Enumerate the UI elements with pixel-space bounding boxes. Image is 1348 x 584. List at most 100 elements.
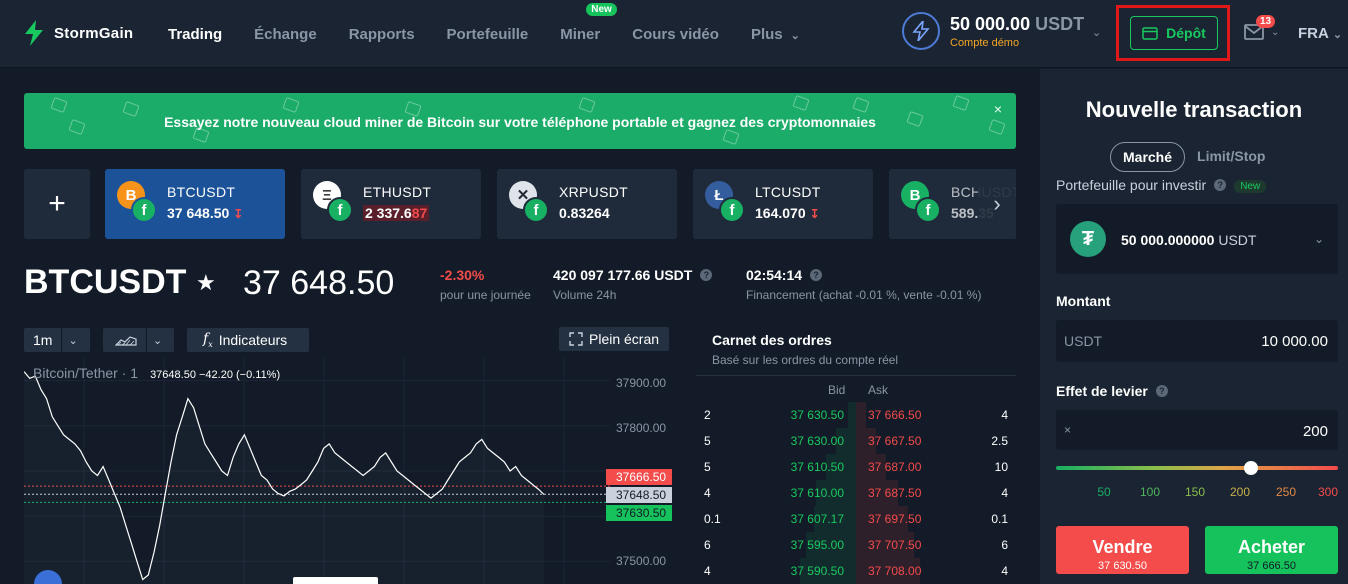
order-book-title: Carnet des ordres	[712, 332, 832, 348]
ticker-card-ethusdt[interactable]: Ξ f ETHUSDT 2 337.687	[301, 169, 481, 239]
sell-button[interactable]: Vendre 37 630.50	[1056, 526, 1189, 574]
brand-name: StormGain	[54, 24, 134, 42]
bid-depth-bar	[848, 402, 856, 428]
chevron-down-icon: ⌄	[1332, 29, 1343, 41]
amount-value: 10 000.00	[1261, 333, 1328, 350]
leverage-tick[interactable]: 250	[1271, 485, 1301, 499]
ticker-price-tail: 87	[411, 205, 428, 221]
bid-price: 37 630.50	[790, 408, 844, 422]
tether-icon: ₮	[1070, 221, 1106, 257]
account-type: Compte démo	[950, 36, 1020, 49]
ticker-card-btcusdt[interactable]: B f BTCUSDT 37 648.50 ↧	[105, 169, 285, 239]
bid-price: 37 607.17	[790, 512, 844, 526]
gem-decoration-icon	[792, 94, 810, 112]
lightning-icon	[902, 12, 940, 50]
bid-quantity: 4	[704, 564, 711, 578]
deposit-button[interactable]: Dépôt	[1130, 16, 1218, 50]
tab-limit-stop[interactable]: Limit/Stop	[1185, 142, 1277, 172]
leverage-slider[interactable]	[1056, 466, 1338, 470]
buy-label: Acheter	[1237, 537, 1306, 557]
ask-price-tag: 37666.50	[606, 469, 672, 485]
sell-price: 37 630.50	[1098, 560, 1147, 572]
close-icon[interactable]: ×	[994, 101, 1002, 117]
nav-portfolio-label: Portefeuille	[446, 25, 529, 43]
volume-stat: 420 097 177.66 USDT? Volume 24h	[553, 267, 713, 302]
chevron-down-icon: ⌄	[790, 29, 800, 42]
stormgain-f-icon: f	[915, 197, 941, 223]
buy-button[interactable]: Acheter 37 666.50	[1205, 526, 1338, 574]
deposit-label: Dépôt	[1166, 25, 1206, 41]
stormgain-logo-icon	[25, 20, 43, 46]
order-book-row: 6 37 595.00 37 707.50 6	[696, 532, 1016, 558]
bid-price: 37 610.50	[790, 460, 844, 474]
ask-price: 37 707.50	[868, 538, 922, 552]
ask-price: 37 667.50	[868, 434, 922, 448]
promo-banner[interactable]: Essayez notre nouveau cloud miner de Bit…	[24, 93, 1016, 149]
nav-exchange[interactable]: Échange	[254, 26, 317, 43]
leverage-tick[interactable]: 150	[1180, 485, 1210, 499]
nav-video-courses[interactable]: Cours vidéo	[632, 26, 719, 43]
bid-price: 37 630.00	[790, 434, 844, 448]
help-icon[interactable]: ?	[1155, 385, 1168, 397]
bid-price: 37 610.00	[790, 486, 844, 500]
tab-market[interactable]: Marché	[1110, 142, 1186, 172]
nav-trading-label: Trading	[168, 25, 223, 43]
leverage-label-row: Effet de levier?	[1056, 383, 1168, 399]
ask-price: 37 687.00	[868, 460, 922, 474]
leverage-tick[interactable]: 300	[1313, 485, 1343, 499]
help-icon[interactable]: ?	[810, 269, 823, 281]
gem-decoration-icon	[50, 96, 68, 114]
interval-value: 1m	[33, 332, 53, 348]
instrument-price: 37 648.50	[243, 264, 395, 302]
order-type-tabs: Marché Limit/Stop	[1110, 142, 1277, 172]
favorite-star-icon[interactable]: ★	[196, 270, 216, 296]
portfolio-selector[interactable]: ₮ 50 000.000000 USDT ⌄	[1056, 204, 1338, 274]
banner-text: Essayez notre nouveau cloud miner de Bit…	[164, 114, 876, 130]
nav-portfolio[interactable]: Portefeuille	[447, 26, 529, 43]
nav-more-dropdown[interactable]: Plus ⌄	[751, 26, 800, 43]
amount-input[interactable]: USDT 10 000.00	[1056, 320, 1338, 362]
ask-depth-bar	[856, 402, 866, 428]
brand-logo[interactable]: StormGain	[22, 20, 133, 46]
nav-more-label: Plus	[750, 25, 783, 43]
leverage-tick[interactable]: 50	[1089, 485, 1119, 499]
language-selector[interactable]: FRA ⌄	[1298, 25, 1342, 42]
indicators-button[interactable]: fx Indicateurs	[187, 328, 309, 352]
ticker-price: 37 648.50 ↧	[167, 205, 243, 221]
chevron-down-icon: ⌄	[1313, 232, 1324, 246]
nav-reports[interactable]: Rapports	[349, 26, 415, 43]
ticker-card-xrpusdt[interactable]: ✕ f XRPUSDT 0.83264	[497, 169, 677, 239]
help-icon[interactable]: ?	[700, 269, 713, 281]
ask-column-header: Ask	[868, 383, 889, 397]
leverage-tick[interactable]: 100	[1135, 485, 1165, 499]
daily-change-stat: -2.30% pour une journée	[440, 267, 531, 302]
price-line-chart[interactable]	[24, 358, 610, 584]
chart-type-selector[interactable]: ⌄	[103, 328, 174, 352]
bid-quantity: 4	[704, 486, 711, 500]
chevron-down-icon[interactable]: ⌄	[1271, 27, 1279, 38]
chart-ohlc: 37648.50 −42.20 (−0.11%)	[150, 369, 281, 381]
language-label: FRA	[1298, 25, 1329, 42]
y-tick-label: 37900.00	[616, 376, 667, 390]
instrument-symbol: BTCUSDT	[24, 263, 187, 301]
fullscreen-button[interactable]: Plein écran	[559, 327, 670, 351]
gem-decoration-icon	[722, 128, 740, 146]
ticker-card-ltcusdt[interactable]: Ł f LTCUSDT 164.070 ↧	[693, 169, 873, 239]
divider	[696, 375, 1016, 376]
gem-decoration-icon	[952, 94, 970, 112]
interval-selector[interactable]: 1m ⌄	[24, 328, 90, 352]
ticker-symbol: XRPUSDT	[559, 184, 628, 200]
balance-currency: USDT	[1035, 13, 1085, 34]
account-selector[interactable]: 50 000.00 USDT Compte démo	[902, 12, 1084, 50]
leverage-slider-handle[interactable]	[1244, 461, 1258, 475]
chevron-right-icon[interactable]: ›	[978, 169, 1016, 239]
nav-miner[interactable]: New Miner	[560, 2, 617, 43]
help-icon[interactable]: ?	[1214, 179, 1227, 191]
order-book-row: 5 37 610.50 37 687.00 10	[696, 454, 1016, 480]
ticker-symbol: BTCUSDT	[167, 184, 236, 200]
leverage-tick[interactable]: 200	[1225, 485, 1255, 499]
nav-trading[interactable]: Trading	[168, 26, 222, 43]
chevron-down-icon[interactable]: ⌄	[1092, 26, 1101, 39]
leverage-input[interactable]: × 200	[1056, 410, 1338, 450]
add-ticker-button[interactable]: +	[24, 169, 90, 239]
